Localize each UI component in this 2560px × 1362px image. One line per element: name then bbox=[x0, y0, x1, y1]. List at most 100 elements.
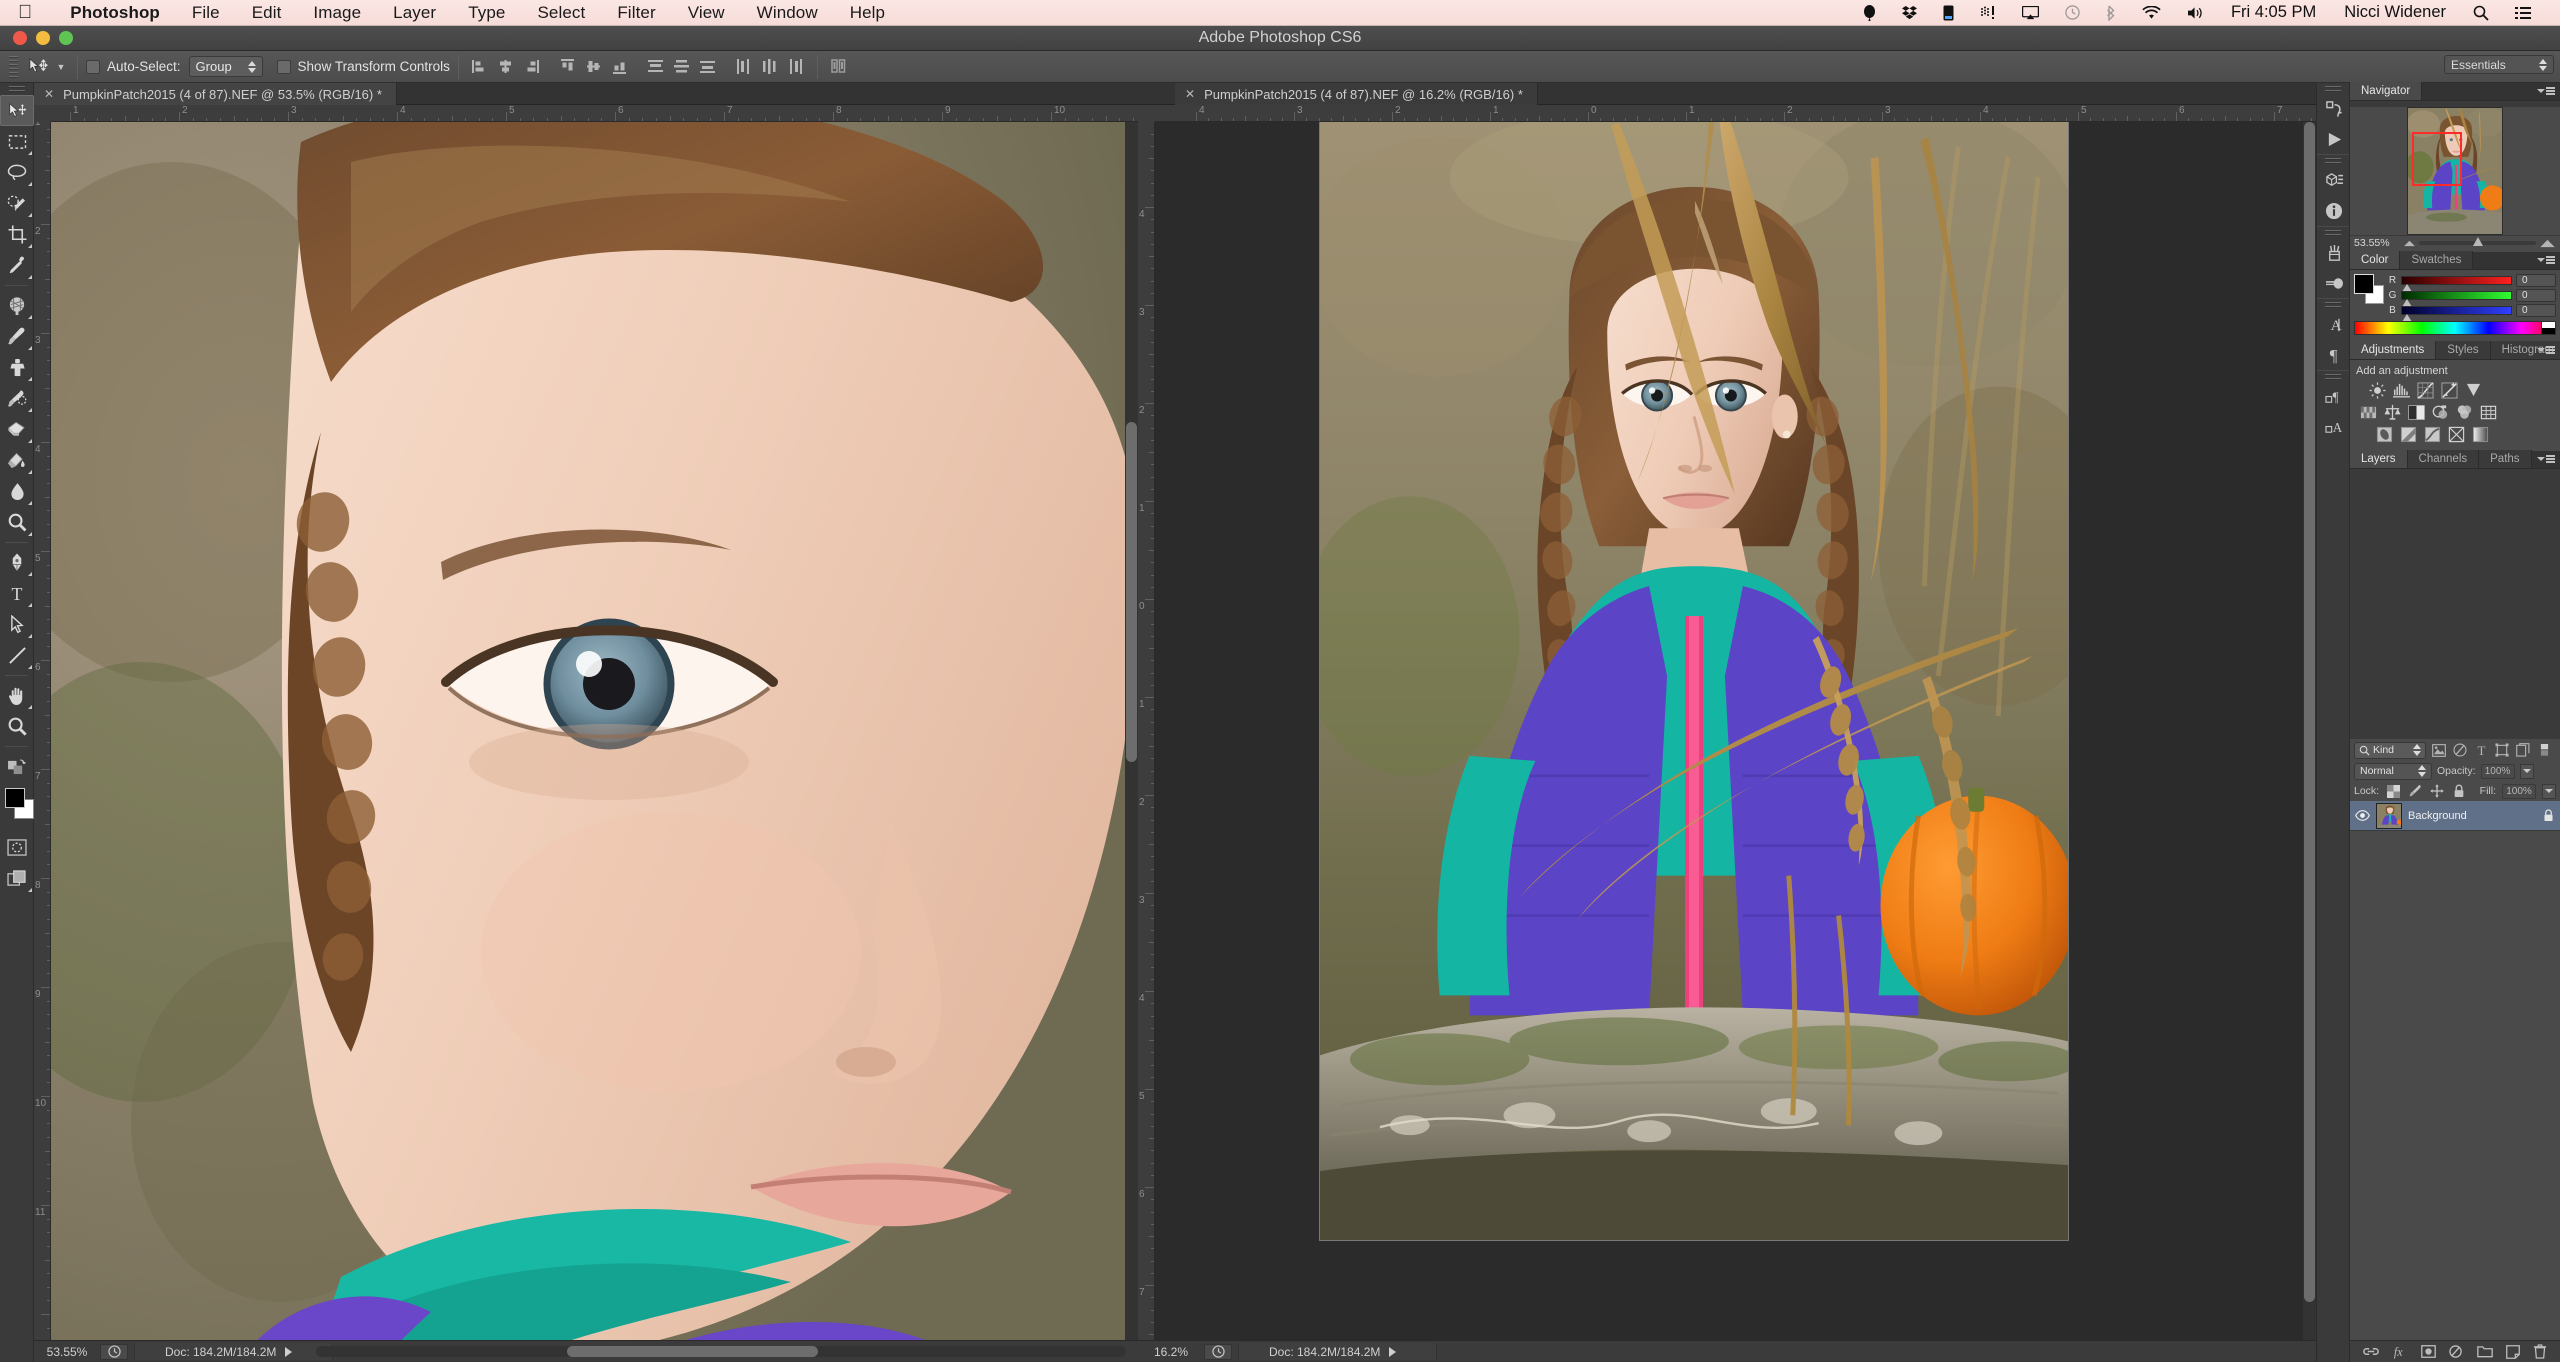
screen-mode-button[interactable] bbox=[0, 863, 34, 894]
tab-layers[interactable]: Layers bbox=[2350, 450, 2408, 468]
doc-size-left[interactable]: Doc: 184.2M/184.2M bbox=[134, 1343, 334, 1360]
align-bottom-edges-button[interactable] bbox=[607, 55, 633, 79]
filter-pixel-icon[interactable] bbox=[2431, 742, 2447, 758]
auto-align-layers-button[interactable] bbox=[826, 55, 852, 79]
color-balance-icon[interactable] bbox=[2383, 403, 2402, 422]
close-icon[interactable]: ✕ bbox=[44, 87, 54, 101]
show-transform-checkbox[interactable] bbox=[276, 59, 291, 74]
navigator-view-rectangle[interactable] bbox=[2412, 132, 2462, 186]
align-top-edges-button[interactable] bbox=[555, 55, 581, 79]
color-spectrum-bar[interactable] bbox=[2354, 321, 2556, 335]
menu-view[interactable]: View bbox=[672, 3, 741, 23]
auto-select-checkbox[interactable] bbox=[86, 59, 100, 74]
toolbar-grip[interactable] bbox=[0, 83, 33, 95]
quick-mask-toggle[interactable] bbox=[0, 832, 34, 863]
foreground-color-swatch[interactable] bbox=[5, 788, 25, 808]
green-slider-track[interactable] bbox=[2401, 291, 2512, 307]
dots-icon[interactable] bbox=[1967, 5, 2009, 20]
zoom-level-left[interactable]: 53.55% bbox=[34, 1345, 100, 1359]
history-panel-icon[interactable] bbox=[2317, 94, 2351, 124]
auto-select-dropdown[interactable]: Group bbox=[188, 56, 263, 77]
curves-icon[interactable] bbox=[2416, 381, 2435, 400]
brush-presets-panel-icon[interactable] bbox=[2317, 268, 2351, 298]
tab-navigator[interactable]: Navigator bbox=[2350, 82, 2423, 100]
actions-panel-icon[interactable] bbox=[2317, 124, 2351, 154]
dock-grip[interactable] bbox=[2317, 83, 2349, 94]
align-left-edges-button[interactable] bbox=[467, 55, 493, 79]
tool-preset-chevron-icon[interactable]: ▼ bbox=[53, 55, 69, 79]
levels-icon[interactable] bbox=[2392, 381, 2411, 400]
link-layers-icon[interactable] bbox=[2363, 1345, 2379, 1358]
distribute-right-edges-button[interactable] bbox=[783, 55, 809, 79]
menu-help[interactable]: Help bbox=[834, 3, 901, 23]
airplay-icon[interactable] bbox=[2009, 5, 2052, 20]
menu-file[interactable]: File bbox=[176, 3, 236, 23]
fill-value[interactable]: 100% bbox=[2502, 783, 2536, 799]
fill-chevron-icon[interactable] bbox=[2542, 783, 2556, 799]
doc-size-right[interactable]: Doc: 184.2M/184.2M bbox=[1238, 1343, 1438, 1360]
tab-styles[interactable]: Styles bbox=[2436, 341, 2491, 359]
table-row[interactable]: Background bbox=[2350, 801, 2560, 831]
clone-stamp-tool[interactable] bbox=[0, 352, 34, 383]
menu-image[interactable]: Image bbox=[297, 3, 377, 23]
horizontal-scrollbar-track[interactable] bbox=[316, 1346, 1126, 1357]
filter-toggle-icon[interactable] bbox=[2536, 742, 2552, 758]
options-bar-grip[interactable] bbox=[9, 55, 18, 78]
red-slider-track[interactable] bbox=[2401, 276, 2512, 292]
brush-panel-icon[interactable] bbox=[2317, 238, 2351, 268]
search-icon[interactable] bbox=[2460, 5, 2502, 21]
close-icon[interactable]: ✕ bbox=[1185, 87, 1195, 101]
canvas-right[interactable] bbox=[1155, 122, 2316, 1340]
layer-style-fx-icon[interactable]: fx bbox=[2392, 1345, 2408, 1359]
paragraph-panel-icon[interactable]: ¶ bbox=[2317, 340, 2351, 370]
navigator-thumbnail[interactable] bbox=[2407, 107, 2503, 235]
lock-transparency-icon[interactable] bbox=[2385, 783, 2401, 799]
pen-tool[interactable] bbox=[0, 547, 34, 578]
lasso-tool[interactable] bbox=[0, 157, 34, 188]
dock-grip[interactable] bbox=[2317, 299, 2349, 310]
timemachine-icon[interactable] bbox=[2052, 5, 2093, 20]
exposure-icon[interactable] bbox=[2440, 381, 2459, 400]
menu-filter[interactable]: Filter bbox=[601, 3, 671, 23]
tab-adjustments[interactable]: Adjustments bbox=[2350, 341, 2437, 359]
character-styles-panel-icon[interactable]: ¶ bbox=[2317, 382, 2351, 412]
layers-panel-menu-icon[interactable] bbox=[2537, 455, 2555, 463]
brush-tool[interactable] bbox=[0, 321, 34, 352]
filter-type-icon[interactable]: T bbox=[2473, 742, 2489, 758]
horizontal-ruler-left[interactable]: 1 2 3 4 5 6 7 8 9 10 bbox=[34, 105, 1138, 122]
threshold-icon[interactable] bbox=[2423, 425, 2442, 444]
dock-grip[interactable] bbox=[2317, 371, 2349, 382]
horizontal-ruler-right[interactable]: 4321012345678 bbox=[1138, 105, 2316, 122]
balloon-icon[interactable] bbox=[1850, 4, 1889, 21]
dock-grip[interactable] bbox=[2317, 155, 2349, 166]
photo-filter-icon[interactable] bbox=[2431, 403, 2450, 422]
status-expand-arrow-icon[interactable] bbox=[285, 1346, 293, 1357]
horizontal-scrollbar-left[interactable] bbox=[316, 1346, 1126, 1358]
layer-mask-icon[interactable] bbox=[2421, 1345, 2436, 1358]
vertical-scrollbar-right[interactable] bbox=[2303, 122, 2316, 1340]
distribute-vertical-centers-button[interactable] bbox=[669, 55, 695, 79]
gradient-tool[interactable] bbox=[0, 445, 34, 476]
blue-slider-track[interactable] bbox=[2401, 306, 2512, 322]
navigator-slider-track[interactable] bbox=[2419, 237, 2536, 246]
adjustment-layer-icon[interactable] bbox=[2449, 1344, 2464, 1359]
blend-mode-dropdown[interactable]: Normal bbox=[2354, 762, 2432, 780]
horizontal-type-tool[interactable]: T bbox=[0, 578, 34, 609]
3d-panel-icon[interactable] bbox=[2317, 166, 2351, 196]
menu-layer[interactable]: Layer bbox=[377, 3, 452, 23]
bluetooth-icon[interactable] bbox=[2093, 5, 2129, 21]
document-tab-1[interactable]: ✕ PumpkinPatch2015 (4 of 87).NEF @ 53.5%… bbox=[34, 83, 397, 105]
color-panel-menu-icon[interactable] bbox=[2537, 256, 2555, 264]
character-panel-icon[interactable]: A bbox=[2317, 310, 2351, 340]
channel-mixer-icon[interactable] bbox=[2455, 403, 2474, 422]
quick-selection-tool[interactable] bbox=[0, 188, 34, 219]
navigator-zoom-slider[interactable] bbox=[2403, 237, 2556, 249]
vertical-scrollbar-left[interactable] bbox=[1125, 122, 1138, 1340]
user-name[interactable]: Nicci Widener bbox=[2330, 3, 2460, 22]
lock-all-icon[interactable] bbox=[2451, 783, 2467, 799]
align-right-edges-button[interactable] bbox=[519, 55, 545, 79]
eyedropper-tool[interactable] bbox=[0, 250, 34, 281]
blue-value-field[interactable]: 0 bbox=[2516, 304, 2556, 317]
dock-grip[interactable] bbox=[2317, 227, 2349, 238]
layer-thumbnail[interactable] bbox=[2376, 802, 2402, 829]
